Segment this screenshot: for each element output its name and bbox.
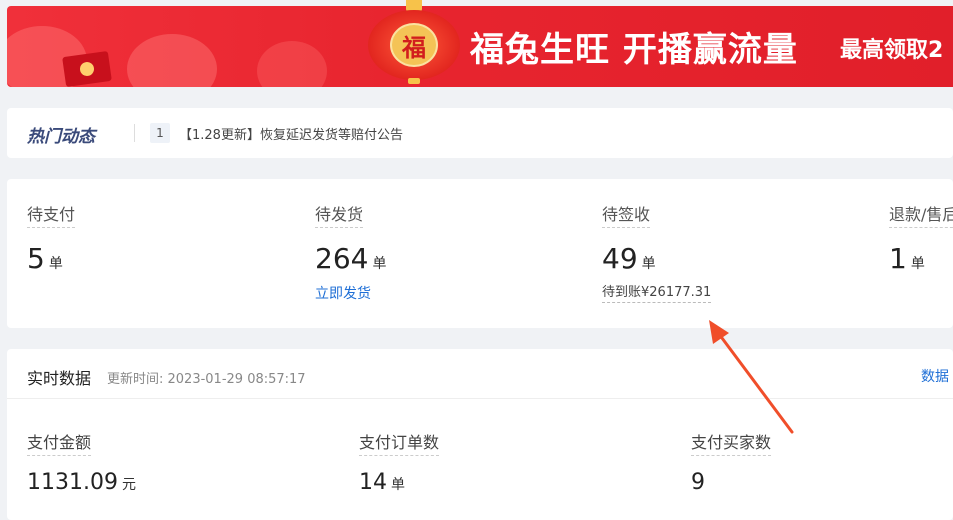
order-status-card: 待支付 5单 待发货 264 单 立即发货 待签收 49 单 待到账¥26177.3… [7,179,953,328]
unit-label: 元 [121,477,136,493]
lantern-fu-character: 福 [390,23,438,67]
pending-amount: 待到账¥26177.31 [602,281,712,303]
lantern-tassel [408,78,420,84]
metric-number: 14 [359,470,387,495]
red-envelope-icon [62,50,112,87]
unit-label: 单 [641,256,656,272]
metric-label: 支付订单数 [359,429,440,456]
order-count: 1 [889,242,907,275]
order-stat-value: 49 单 [602,242,711,275]
order-stat-value: 264 单 [315,242,386,275]
order-stat-value: 5单 [27,242,75,275]
metric-payment-orders[interactable]: 支付订单数 14 单 [359,429,440,495]
unit-label: 单 [48,256,63,272]
order-stat-label: 待签收 [602,201,651,228]
metric-value: 14 单 [359,470,439,495]
news-item-link[interactable]: 【1.28更新】恢复延迟发货等赔付公告 [179,124,403,143]
metric-number: 1131.09 [27,470,118,495]
hot-news-title: 热门动态 [27,127,95,147]
unit-label: 单 [372,256,387,272]
divider [134,124,135,142]
data-more-link[interactable]: 数据 [921,366,949,386]
realtime-data-card: 实时数据 更新时间: 2023-01-29 08:57:17 数据 支付金额 1… [7,349,953,520]
order-stat-value: 1单 [889,242,953,275]
banner-decoration [127,34,217,87]
order-stat-refund[interactable]: 退款/售后 1单 [889,201,953,275]
metric-value: 9 [691,470,771,495]
hot-news-card: 热门动态 1 【1.28更新】恢复延迟发货等赔付公告 [7,108,953,158]
metric-payment-buyers[interactable]: 支付买家数 9 [691,429,772,495]
order-count: 49 [602,242,638,275]
order-stat-pending-receipt[interactable]: 待签收 49 单 待到账¥26177.31 [602,201,712,303]
order-count: 5 [27,242,45,275]
order-count: 264 [315,242,369,275]
realtime-title: 实时数据 [27,369,92,388]
update-time: 更新时间: 2023-01-29 08:57:17 [107,372,306,387]
metric-label: 支付金额 [27,429,92,456]
metric-label: 支付买家数 [691,429,772,456]
order-stat-pending-payment[interactable]: 待支付 5单 [27,201,76,275]
unit-label: 单 [910,256,925,272]
lantern-icon: 福 [368,10,460,80]
banner-promo-text: 最高领取2 [840,38,944,63]
ship-now-link[interactable]: 立即发货 [315,283,386,303]
metric-payment-amount[interactable]: 支付金额 1131.09 元 [27,429,136,495]
banner-slogan: 福兔生旺 开播赢流量 [470,30,798,70]
metric-value: 1131.09 元 [27,470,136,495]
order-stat-label: 待支付 [27,201,76,228]
order-stat-pending-shipment[interactable]: 待发货 264 单 立即发货 [315,201,386,303]
news-index-badge: 1 [150,123,170,143]
metric-number: 9 [691,470,705,495]
order-stat-label: 退款/售后 [889,201,953,228]
banner-decoration [257,41,327,87]
order-stat-label: 待发货 [315,201,364,228]
unit-label: 单 [391,477,405,493]
realtime-header: 实时数据 更新时间: 2023-01-29 08:57:17 数据 [7,349,953,399]
